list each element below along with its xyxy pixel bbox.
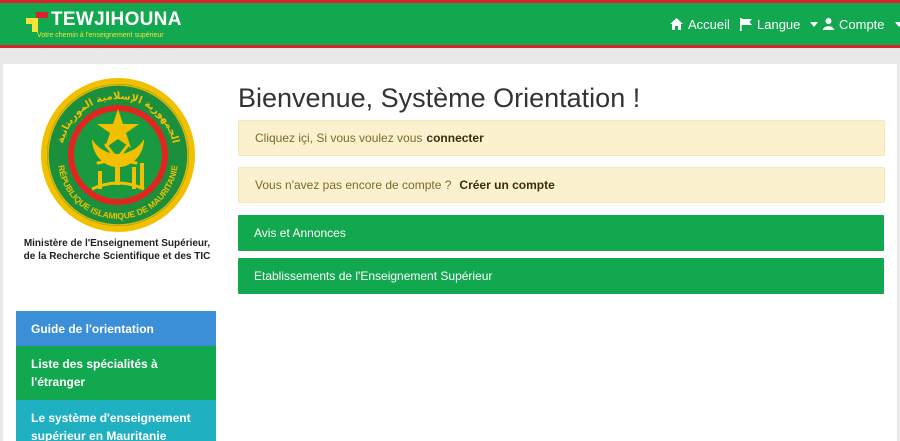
user-icon	[823, 18, 834, 30]
national-seal-emblem: الجمهورية الإسلامية الموريتانية RÉPUBLIQ…	[41, 78, 195, 232]
ministry-line-2: de la Recherche Scientifique et des TIC	[23, 251, 211, 262]
brand-tagline: Votre chemin à l'enseignement supérieur	[37, 32, 164, 39]
brand-name: TEWJIHOUNA	[51, 9, 182, 30]
side-menu: Guide de l'orientation Liste des spécial…	[16, 311, 216, 441]
nav-language-label: Langue	[757, 16, 801, 32]
home-icon	[670, 18, 683, 30]
nav-home-label: Accueil	[688, 16, 730, 32]
nav-account-label: Compte	[839, 16, 885, 32]
nav-account-dropdown[interactable]: Compte	[823, 17, 900, 32]
chevron-down-icon	[810, 21, 819, 27]
top-navbar: TEWJIHOUNA Votre chemin à l'enseignement…	[0, 0, 900, 48]
signup-link[interactable]: Créer un compte	[459, 178, 554, 192]
panel-etablissements[interactable]: Etablissements de l'Enseignement Supérie…	[238, 258, 884, 294]
secondary-bar	[0, 48, 900, 64]
side-menu-item-systeme-enseignement[interactable]: Le système d'enseignement supérieur en M…	[16, 400, 216, 441]
panel-avis-annonces-label: Avis et Annonces	[254, 226, 346, 240]
panel-etablissements-label: Etablissements de l'Enseignement Supérie…	[254, 269, 493, 283]
page-title: Bienvenue, Système Orientation !	[238, 83, 641, 113]
login-prompt-text: Cliquez içi, Si vous voulez vous	[255, 131, 423, 145]
signup-prompt-text: Vous n'avez pas encore de compte ?	[255, 178, 452, 192]
ministry-line-1: Ministère de l'Enseignement Supérieur,	[23, 238, 211, 249]
login-alert[interactable]: Cliquez içi, Si vous voulez vous connect…	[238, 120, 885, 156]
login-link[interactable]: connecter	[426, 131, 483, 145]
flag-icon	[740, 17, 752, 31]
side-menu-item-guide[interactable]: Guide de l'orientation	[16, 311, 216, 346]
chevron-down-icon	[894, 21, 900, 27]
panel-avis-annonces[interactable]: Avis et Annonces	[238, 215, 884, 251]
signup-alert[interactable]: Vous n'avez pas encore de compte ? Créer…	[238, 167, 885, 203]
ministry-caption: Ministère de l'Enseignement Supérieur, d…	[14, 237, 220, 263]
brand-logo[interactable]: TEWJIHOUNA Votre chemin à l'enseignement…	[26, 8, 186, 44]
tewjihouna-logo-icon	[26, 12, 48, 32]
nav-language-dropdown[interactable]: Langue	[740, 16, 819, 32]
side-menu-item-specialites-etranger[interactable]: Liste des spécialités à l'étranger	[16, 346, 216, 400]
nav-home-link[interactable]: Accueil	[670, 17, 730, 32]
